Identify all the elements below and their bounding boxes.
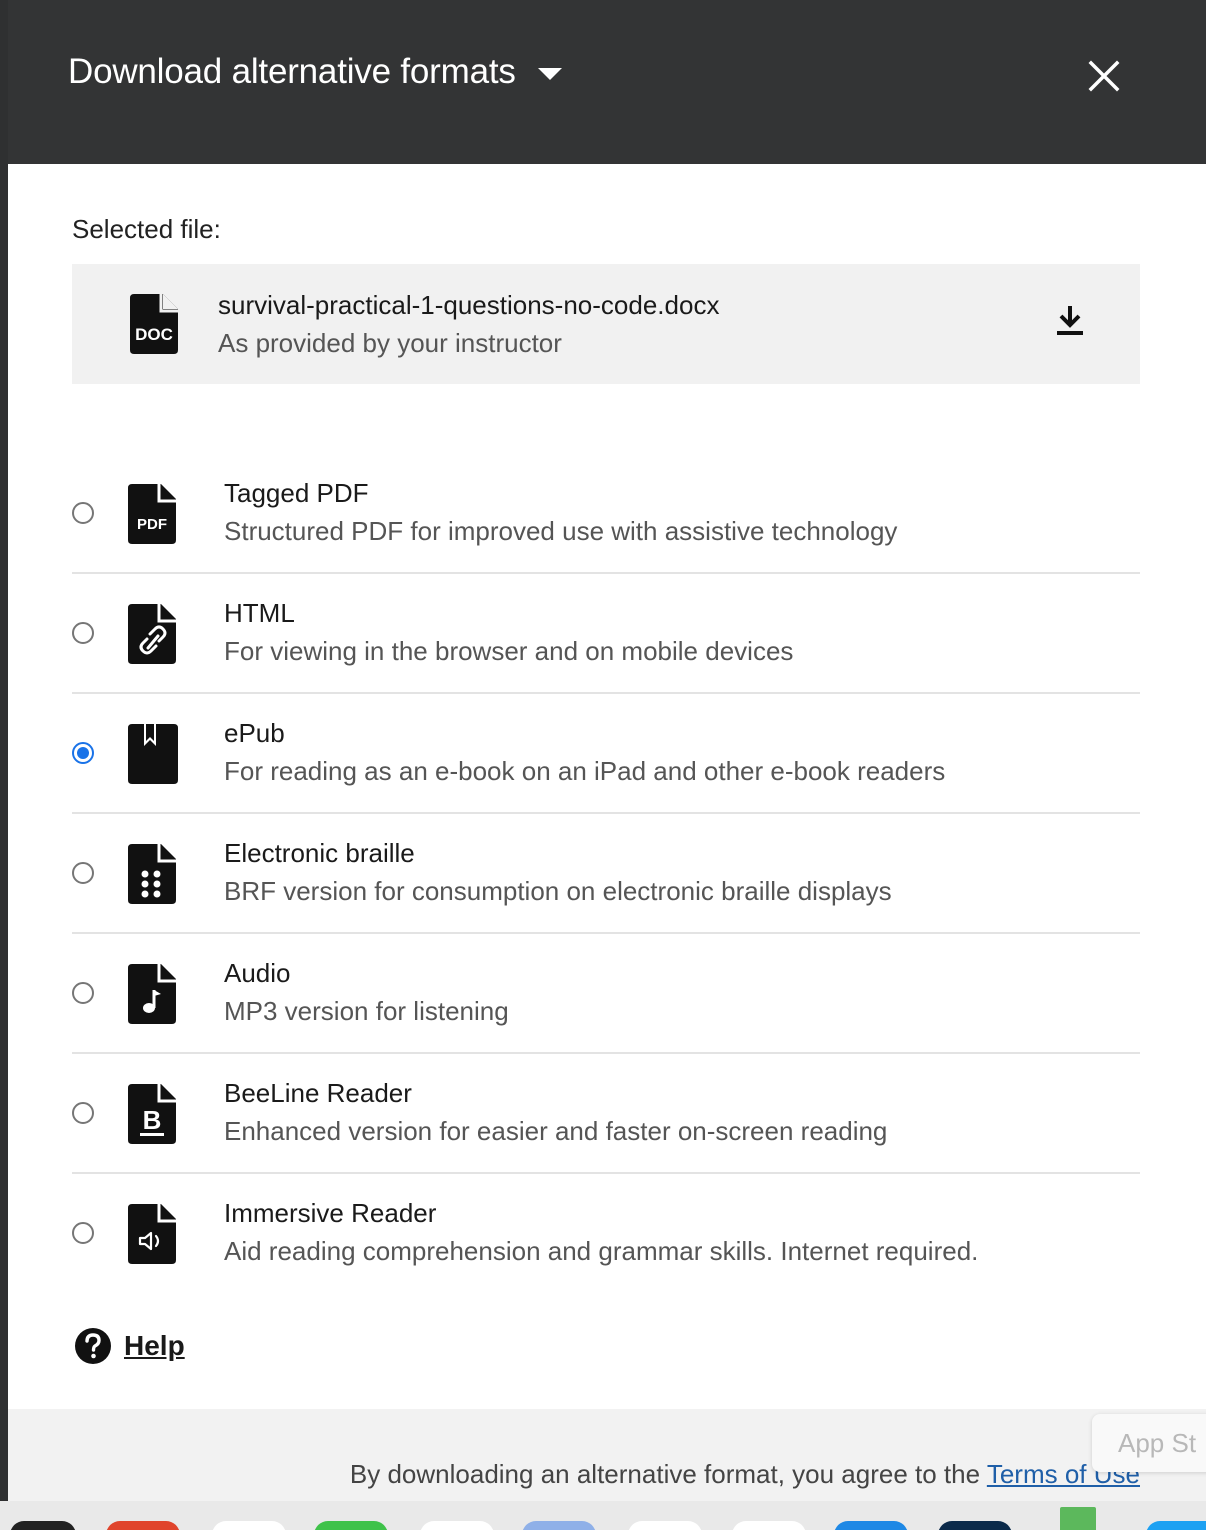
dock-app-icon[interactable] (420, 1521, 494, 1530)
doc-file-icon: DOC (130, 294, 178, 354)
format-option-beeline-reader[interactable]: B BeeLine Reader Enhanced version for ea… (72, 1054, 1140, 1174)
question-circle-icon (75, 1328, 111, 1364)
format-title: Immersive Reader (224, 1198, 437, 1228)
format-description: Aid reading comprehension and grammar sk… (224, 1236, 979, 1266)
agreement-notice: By downloading an alternative format, yo… (350, 1459, 1140, 1490)
radio-epub[interactable] (72, 742, 94, 764)
app-store-tooltip: App St (1092, 1414, 1206, 1472)
dock-app-icon[interactable] (1060, 1507, 1096, 1530)
audio-file-icon (128, 964, 176, 1024)
file-name: survival-practical-1-questions-no-code.d… (218, 290, 720, 320)
speaker-file-icon (128, 1204, 176, 1264)
radio-html[interactable] (72, 622, 94, 644)
dock-app-icon[interactable] (314, 1521, 388, 1530)
title-dropdown[interactable]: Download alternative formats (68, 52, 562, 92)
help-link[interactable]: Help (74, 1327, 185, 1365)
selected-file-label: Selected file: (72, 214, 221, 244)
help-label[interactable]: Help (124, 1330, 185, 1362)
agreement-text: By downloading an alternative format, yo… (349, 1459, 987, 1489)
modal-title: Download alternative formats (68, 52, 516, 91)
format-title: Electronic braille (224, 838, 415, 868)
dock-app-icon[interactable] (106, 1521, 180, 1530)
format-title: BeeLine Reader (224, 1078, 412, 1108)
format-title: Audio (224, 958, 291, 988)
format-title: ePub (224, 718, 285, 748)
doc-icon-label: DOC (135, 325, 173, 344)
link-file-icon (128, 604, 176, 664)
dock-app-icon[interactable] (834, 1521, 908, 1530)
tooltip-text: App St (1118, 1428, 1197, 1458)
format-option-epub[interactable]: ePub For reading as an e-book on an iPad… (72, 694, 1140, 814)
format-description: For reading as an e-book on an iPad and … (224, 756, 946, 786)
radio-beeline-reader[interactable] (72, 1102, 94, 1124)
bookmark-icon (128, 724, 178, 784)
caret-down-icon[interactable] (537, 68, 562, 80)
format-option-tagged-pdf[interactable]: PDF Tagged PDF Structured PDF for improv… (72, 454, 1140, 574)
format-description: MP3 version for listening (224, 996, 509, 1026)
file-source: As provided by your instructor (218, 328, 562, 358)
dock-app-icon[interactable] (938, 1521, 1012, 1530)
modal-header: Download alternative formats (8, 0, 1206, 164)
format-description: BRF version for consumption on electroni… (224, 876, 892, 906)
dock-app-icon[interactable] (1146, 1521, 1206, 1530)
format-options-list: PDF Tagged PDF Structured PDF for improv… (72, 454, 1140, 1292)
braille-file-icon (128, 844, 176, 904)
radio-electronic-braille[interactable] (72, 862, 94, 884)
format-option-immersive-reader[interactable]: Immersive Reader Aid reading comprehensi… (72, 1174, 1140, 1292)
format-option-audio[interactable]: Audio MP3 version for listening (72, 934, 1140, 1054)
selected-file-card: DOC survival-practical-1-questions-no-co… (72, 264, 1140, 384)
modal-footer: By downloading an alternative format, yo… (8, 1409, 1206, 1501)
radio-tagged-pdf[interactable] (72, 502, 94, 524)
dock-app-icon[interactable] (10, 1521, 76, 1530)
format-option-html[interactable]: HTML For viewing in the browser and on m… (72, 574, 1140, 694)
dock-app-icon[interactable] (522, 1521, 596, 1530)
pdf-icon-label: PDF (137, 516, 167, 533)
radio-audio[interactable] (72, 982, 94, 1004)
modal-body: Selected file: DOC survival-practical-1-… (8, 164, 1206, 1409)
format-option-electronic-braille[interactable]: Electronic braille BRF version for consu… (72, 814, 1140, 934)
radio-immersive-reader[interactable] (72, 1222, 94, 1244)
close-icon[interactable] (1086, 58, 1122, 94)
format-description: Structured PDF for improved use with ass… (224, 516, 898, 546)
beeline-file-icon: B (128, 1084, 176, 1144)
beeline-icon-label: B (143, 1105, 162, 1135)
format-description: Enhanced version for easier and faster o… (224, 1116, 888, 1146)
format-title: Tagged PDF (224, 478, 369, 508)
dock-app-icon[interactable] (628, 1521, 702, 1530)
format-description: For viewing in the browser and on mobile… (224, 636, 794, 666)
format-title: HTML (224, 598, 295, 628)
dock-app-icon[interactable] (212, 1521, 286, 1530)
pdf-file-icon: PDF (128, 484, 176, 544)
dock (0, 1501, 1206, 1530)
dock-app-icon[interactable] (732, 1521, 806, 1530)
download-icon[interactable] (1054, 302, 1086, 338)
